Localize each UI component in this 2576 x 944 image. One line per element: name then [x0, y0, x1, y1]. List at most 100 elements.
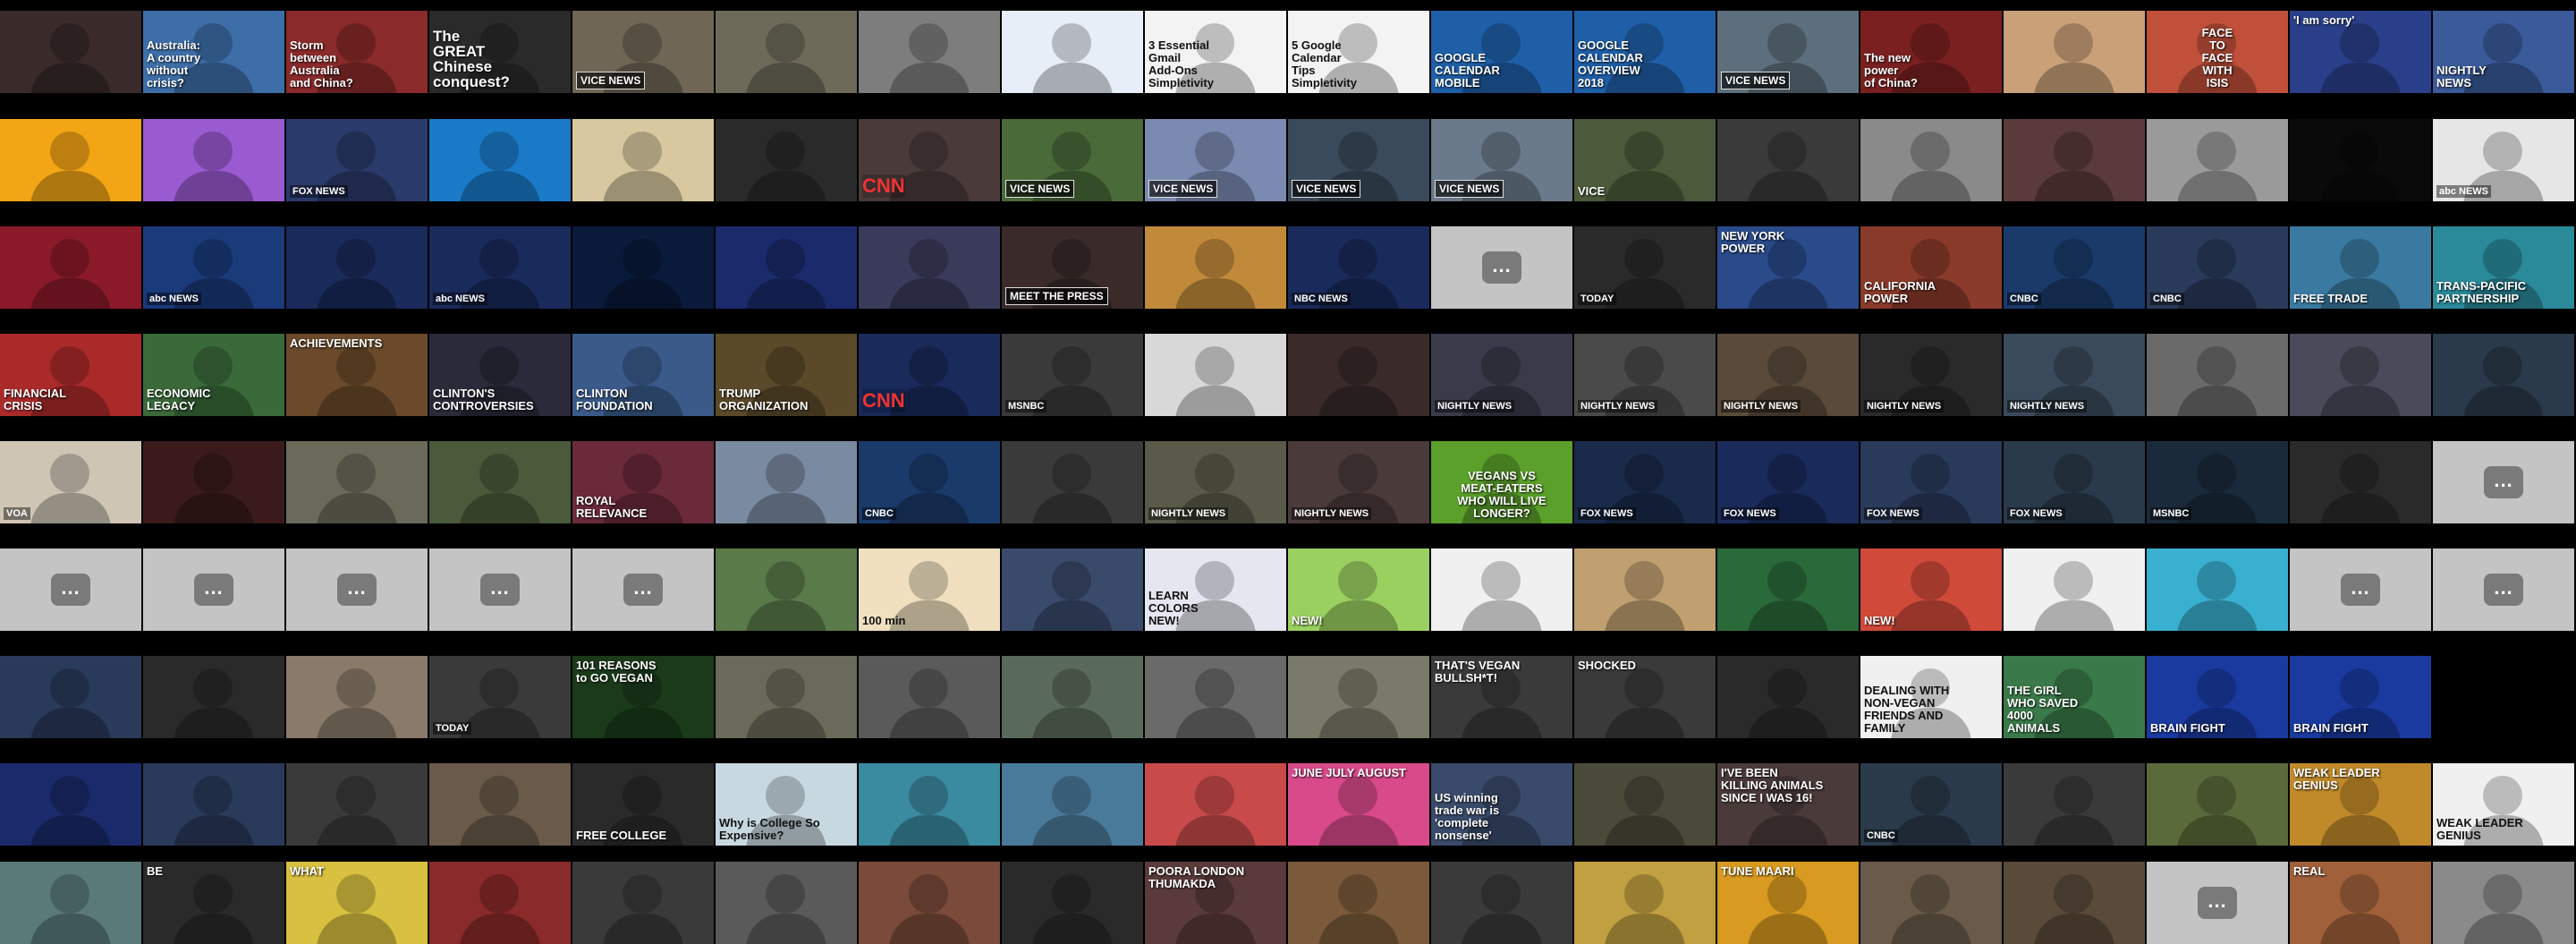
video-thumbnail[interactable]: [572, 862, 714, 944]
video-thumbnail[interactable]: NEW!: [1288, 549, 1429, 631]
video-thumbnail[interactable]: [716, 549, 857, 631]
video-thumbnail[interactable]: WEAK LEADER GENIUS: [2290, 763, 2431, 846]
video-thumbnail[interactable]: 3 Essential Gmail Add-Ons Simpletivity: [1145, 11, 1286, 93]
video-thumbnail[interactable]: [1717, 656, 1859, 738]
video-thumbnail[interactable]: TRANS-PACIFIC PARTNERSHIP: [2433, 226, 2574, 309]
video-thumbnail[interactable]: [1145, 226, 1286, 309]
video-thumbnail[interactable]: VICE NEWS: [1717, 11, 1859, 93]
video-thumbnail[interactable]: [859, 11, 1000, 93]
more-placeholder-tile[interactable]: ...: [2433, 441, 2574, 523]
video-thumbnail[interactable]: POORA LONDON THUMAKDA: [1145, 862, 1286, 944]
more-options-icon[interactable]: ...: [623, 574, 663, 606]
video-thumbnail[interactable]: [0, 226, 141, 309]
video-thumbnail[interactable]: CNBC: [2004, 226, 2145, 309]
more-placeholder-tile[interactable]: ...: [286, 549, 428, 631]
video-thumbnail[interactable]: [1860, 862, 2002, 944]
video-thumbnail[interactable]: THE GIRL WHO SAVED 4000 ANIMALS: [2004, 656, 2145, 738]
video-thumbnail[interactable]: [143, 763, 284, 846]
video-thumbnail[interactable]: [143, 119, 284, 201]
video-thumbnail[interactable]: [1288, 656, 1429, 738]
video-thumbnail[interactable]: TODAY: [429, 656, 571, 738]
video-thumbnail[interactable]: BRAIN FIGHT: [2290, 656, 2431, 738]
video-thumbnail[interactable]: CALIFORNIA POWER: [1860, 226, 2002, 309]
video-thumbnail[interactable]: GOOGLE CALENDAR OVERVIEW 2018: [1574, 11, 1716, 93]
video-thumbnail[interactable]: FACE TO FACE WITH ISIS: [2147, 11, 2288, 93]
video-thumbnail[interactable]: [572, 119, 714, 201]
video-thumbnail[interactable]: 101 REASONS to GO VEGAN: [572, 656, 714, 738]
video-thumbnail[interactable]: GOOGLE CALENDAR MOBILE: [1431, 11, 1572, 93]
video-thumbnail[interactable]: [859, 763, 1000, 846]
more-placeholder-tile[interactable]: ...: [2433, 549, 2574, 631]
video-thumbnail[interactable]: [1431, 862, 1572, 944]
video-thumbnail[interactable]: CLINTON'S CONTROVERSIES: [429, 334, 571, 416]
video-thumbnail[interactable]: [1002, 549, 1143, 631]
video-thumbnail[interactable]: Why is College So Expensive?: [716, 763, 857, 846]
video-thumbnail[interactable]: TUNE MAARI: [1717, 862, 1859, 944]
video-thumbnail[interactable]: WEAK LEADER GENIUS: [2433, 763, 2574, 846]
video-thumbnail[interactable]: FOX NEWS: [286, 119, 428, 201]
video-thumbnail[interactable]: [286, 226, 428, 309]
video-thumbnail[interactable]: FINANCIAL CRISIS: [0, 334, 141, 416]
video-thumbnail[interactable]: [716, 862, 857, 944]
video-thumbnail[interactable]: [429, 441, 571, 523]
video-thumbnail[interactable]: NIGHTLY NEWS: [2433, 11, 2574, 93]
video-thumbnail[interactable]: NIGHTLY NEWS: [1717, 334, 1859, 416]
video-thumbnail[interactable]: VICE NEWS: [1145, 119, 1286, 201]
video-thumbnail[interactable]: [2433, 334, 2574, 416]
video-thumbnail[interactable]: abc NEWS: [2433, 119, 2574, 201]
video-thumbnail[interactable]: [716, 119, 857, 201]
video-thumbnail[interactable]: [1002, 862, 1143, 944]
video-thumbnail[interactable]: [1145, 656, 1286, 738]
video-thumbnail[interactable]: THAT'S VEGAN BULLSH*T!: [1431, 656, 1572, 738]
video-thumbnail[interactable]: [1288, 862, 1429, 944]
video-thumbnail[interactable]: [2290, 334, 2431, 416]
video-thumbnail[interactable]: 'I am sorry': [2290, 11, 2431, 93]
video-thumbnail[interactable]: NIGHTLY NEWS: [1145, 441, 1286, 523]
video-thumbnail[interactable]: [859, 226, 1000, 309]
video-thumbnail[interactable]: [1860, 119, 2002, 201]
more-options-icon[interactable]: ...: [2484, 574, 2523, 606]
video-thumbnail[interactable]: The new power of China?: [1860, 11, 2002, 93]
video-thumbnail[interactable]: [143, 656, 284, 738]
video-thumbnail[interactable]: [429, 862, 571, 944]
video-thumbnail[interactable]: FREE TRADE: [2290, 226, 2431, 309]
video-thumbnail[interactable]: [429, 119, 571, 201]
more-options-icon[interactable]: ...: [1482, 251, 1521, 284]
video-thumbnail[interactable]: BRAIN FIGHT: [2147, 656, 2288, 738]
video-thumbnail[interactable]: ACHIEVEMENTS: [286, 334, 428, 416]
video-thumbnail[interactable]: [0, 763, 141, 846]
video-thumbnail[interactable]: [2147, 119, 2288, 201]
video-thumbnail[interactable]: ROYAL RELEVANCE: [572, 441, 714, 523]
video-thumbnail[interactable]: [286, 656, 428, 738]
video-thumbnail[interactable]: NBC NEWS: [1288, 226, 1429, 309]
video-thumbnail[interactable]: VEGANS VS MEAT-EATERS WHO WILL LIVE LONG…: [1431, 441, 1572, 523]
video-thumbnail[interactable]: [429, 763, 571, 846]
video-thumbnail[interactable]: CLINTON FOUNDATION: [572, 334, 714, 416]
video-thumbnail[interactable]: [2004, 549, 2145, 631]
video-thumbnail[interactable]: [1002, 11, 1143, 93]
video-thumbnail[interactable]: [1717, 119, 1859, 201]
video-thumbnail[interactable]: VICE NEWS: [1002, 119, 1143, 201]
more-placeholder-tile[interactable]: ...: [429, 549, 571, 631]
video-thumbnail[interactable]: [286, 441, 428, 523]
video-thumbnail[interactable]: 5 Google Calendar Tips Simpletivity: [1288, 11, 1429, 93]
video-thumbnail[interactable]: [143, 441, 284, 523]
more-options-icon[interactable]: ...: [51, 574, 90, 606]
video-thumbnail[interactable]: LEARN COLORS NEW!: [1145, 549, 1286, 631]
video-thumbnail[interactable]: [1288, 334, 1429, 416]
video-thumbnail[interactable]: [2147, 549, 2288, 631]
video-thumbnail[interactable]: [1145, 763, 1286, 846]
video-thumbnail[interactable]: JUNE JULY AUGUST: [1288, 763, 1429, 846]
video-thumbnail[interactable]: CNBC: [1860, 763, 2002, 846]
video-thumbnail[interactable]: [0, 862, 141, 944]
video-thumbnail[interactable]: abc NEWS: [143, 226, 284, 309]
more-options-icon[interactable]: ...: [480, 574, 520, 606]
video-thumbnail[interactable]: [716, 226, 857, 309]
video-thumbnail[interactable]: CNBC: [859, 441, 1000, 523]
video-thumbnail[interactable]: [1145, 334, 1286, 416]
video-thumbnail[interactable]: NIGHTLY NEWS: [1860, 334, 2002, 416]
video-thumbnail[interactable]: [1002, 656, 1143, 738]
video-thumbnail[interactable]: [0, 119, 141, 201]
video-thumbnail[interactable]: DEALING WITH NON-VEGAN FRIENDS AND FAMIL…: [1860, 656, 2002, 738]
more-placeholder-tile[interactable]: ...: [0, 549, 141, 631]
